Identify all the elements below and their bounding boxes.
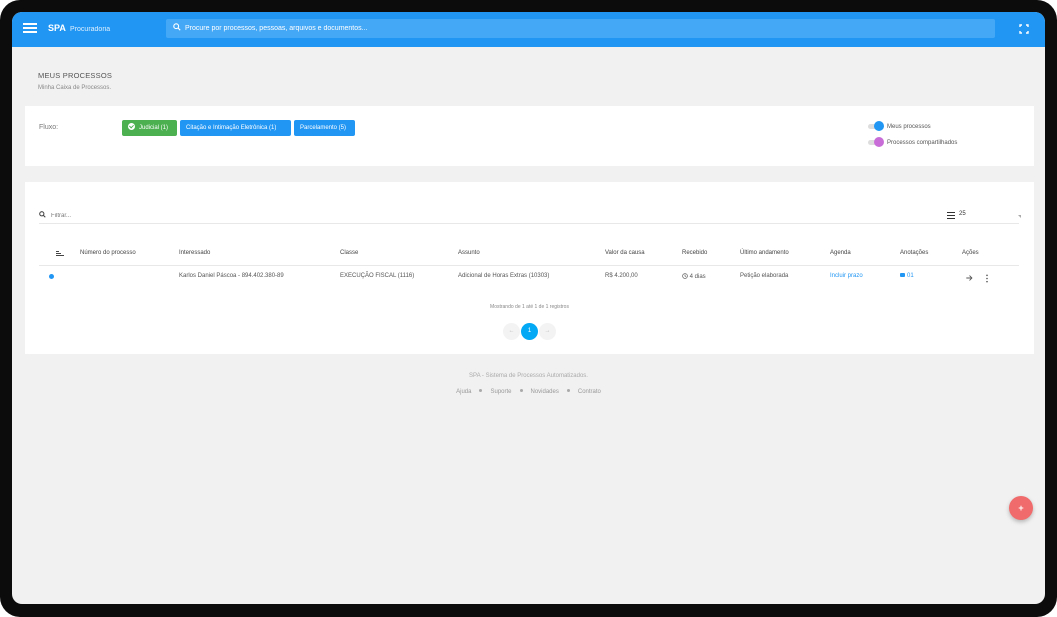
pagination-info: Mostrando de 1 até 1 de 1 registros xyxy=(490,304,569,310)
flow-chip-citacao[interactable]: Citação e Intimação Eletrônica (1) xyxy=(180,120,291,136)
column-header-classe[interactable]: Classe xyxy=(340,250,358,256)
clock-icon xyxy=(682,273,688,279)
separator-dot xyxy=(519,389,523,392)
separator-dot xyxy=(479,389,483,392)
header-divider xyxy=(39,265,1019,266)
separator-dot xyxy=(566,389,570,392)
menu-icon[interactable] xyxy=(23,23,37,37)
toggle-label: Meus processos xyxy=(887,124,931,130)
footer-links: Ajuda Suporte Novidades Contrato xyxy=(12,389,1045,395)
brand-name: SPA xyxy=(48,23,66,33)
table-filter[interactable] xyxy=(39,209,1019,224)
page-subtitle: Minha Caixa de Processos. xyxy=(38,85,112,91)
column-header-acoes: Ações xyxy=(962,250,979,256)
add-fab-button[interactable]: + xyxy=(1009,496,1033,520)
page-size-value: 25 xyxy=(959,211,966,217)
toggle-knob xyxy=(874,137,884,147)
toggle-knob xyxy=(874,121,884,131)
filter-input[interactable] xyxy=(51,209,251,222)
sort-icon[interactable] xyxy=(56,251,64,257)
column-header-anotacoes[interactable]: Anotações xyxy=(900,250,928,256)
page-size-select[interactable]: 25 xyxy=(945,210,1021,222)
search-input[interactable] xyxy=(185,19,985,38)
column-header-andamento[interactable]: Último andamento xyxy=(740,250,789,256)
received-days: 4 dias xyxy=(689,274,706,280)
check-circle-icon xyxy=(128,123,135,130)
flow-chip-label: Judicial (1) xyxy=(139,125,169,131)
column-header-recebido[interactable]: Recebido xyxy=(682,250,707,256)
cell-anotacoes[interactable]: 01 xyxy=(900,273,914,279)
footer-link-novidades[interactable]: Novidades xyxy=(531,389,559,395)
processes-table-card: 25 Número do processo Interessado Classe… xyxy=(25,182,1034,354)
annotations-count: 01 xyxy=(907,273,914,279)
column-header-valor[interactable]: Valor da causa xyxy=(605,250,645,256)
flow-chip-judicial[interactable]: Judicial (1) xyxy=(122,120,177,136)
brand-subtitle: Procuradoria xyxy=(70,26,111,33)
cell-andamento: Petição elaborada xyxy=(740,273,789,279)
page-title: MEUS PROCESSOS xyxy=(38,71,113,80)
column-header-interessado[interactable]: Interessado xyxy=(179,250,210,256)
cell-recebido: 4 dias xyxy=(682,273,706,280)
cell-classe: EXECUÇÃO FISCAL (1116) xyxy=(340,273,415,279)
footer-link-contrato[interactable]: Contrato xyxy=(578,389,601,395)
flow-chip-parcelamento[interactable]: Parcelamento (5) xyxy=(294,120,355,136)
pagination-next[interactable]: → xyxy=(539,323,556,340)
flow-chip-label: Citação e Intimação Eletrônica (1) xyxy=(186,125,277,131)
flow-label: Fluxo: xyxy=(39,124,59,131)
pagination-prev[interactable]: ← xyxy=(503,323,520,340)
search-icon xyxy=(39,211,46,218)
add-deadline-link[interactable]: Incluir prazo xyxy=(830,273,863,279)
column-header-numero[interactable]: Número do processo xyxy=(80,250,136,256)
fullscreen-icon[interactable] xyxy=(1019,24,1029,34)
arrow-right-icon[interactable] xyxy=(965,274,974,282)
cell-assunto: Adicional de Horas Extras (10303) xyxy=(458,273,550,279)
search-icon xyxy=(173,23,181,31)
cell-interessado: Karlos Daniel Páscoa - 894.402.380-89 xyxy=(179,273,284,279)
list-icon xyxy=(947,212,955,221)
comment-icon xyxy=(900,273,905,277)
footer-title: SPA - Sistema de Processos Automatizados… xyxy=(469,373,588,379)
top-app-bar: SPA Procuradoria xyxy=(12,12,1045,47)
footer-link-suporte[interactable]: Suporte xyxy=(490,389,511,395)
brand-logo[interactable]: SPA Procuradoria xyxy=(48,23,110,33)
app-screen: SPA Procuradoria MEUS PROCESSOS Minha Ca… xyxy=(12,12,1045,604)
global-search[interactable] xyxy=(166,19,995,38)
pagination-page-1[interactable]: 1 xyxy=(521,323,538,340)
column-header-assunto[interactable]: Assunto xyxy=(458,250,480,256)
flow-filter-card: Fluxo: Judicial (1) Citação e Intimação … xyxy=(25,106,1034,166)
unread-indicator xyxy=(49,274,54,279)
chevron-down-icon xyxy=(1018,215,1021,218)
cell-valor: R$ 4.200,00 xyxy=(605,273,638,279)
flow-chip-label: Parcelamento (5) xyxy=(300,125,347,131)
device-frame: SPA Procuradoria MEUS PROCESSOS Minha Ca… xyxy=(0,0,1057,617)
toggle-label: Processos compartilhados xyxy=(887,140,958,146)
column-header-agenda[interactable]: Agenda xyxy=(830,250,851,256)
footer-link-ajuda[interactable]: Ajuda xyxy=(456,389,471,395)
more-vert-icon[interactable] xyxy=(985,274,989,283)
